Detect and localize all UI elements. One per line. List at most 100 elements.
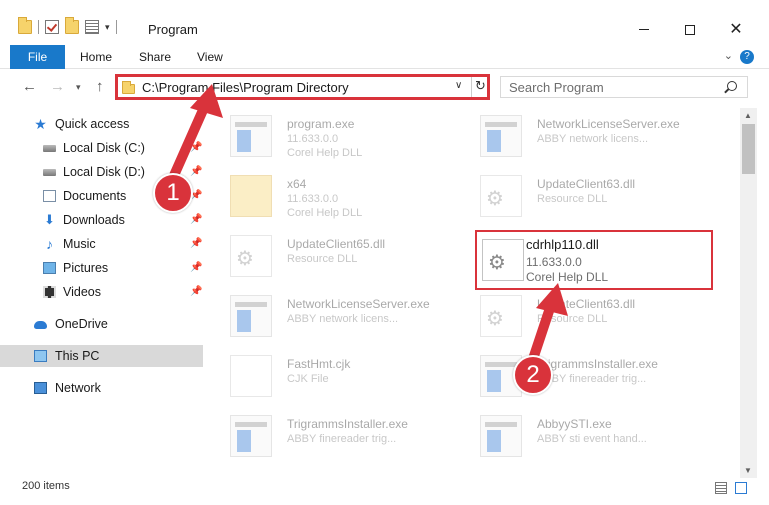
file-description: ABBY network licens... — [287, 313, 399, 325]
file-item[interactable]: AbbyySTI.exe ABBY sti event hand... — [465, 410, 715, 468]
folder-icon[interactable] — [18, 17, 32, 34]
file-icon — [230, 355, 272, 397]
exe-icon — [230, 415, 272, 457]
search-box[interactable] — [500, 76, 748, 98]
sidebar-item-quick-access[interactable]: ★ Quick access — [0, 113, 203, 135]
file-item[interactable]: NetworkLicenseServer.exe ABBY network li… — [465, 110, 715, 168]
address-history-chevron-icon[interactable]: ∨ — [455, 80, 462, 91]
file-item[interactable]: UpdateClient65.dll Resource DLL — [215, 230, 465, 288]
address-separator — [471, 77, 472, 97]
tab-home[interactable]: Home — [80, 45, 112, 69]
pictures-icon — [43, 262, 56, 274]
file-item[interactable]: UpdateClient63.dll Resource DLL — [465, 170, 715, 228]
close-icon: ✕ — [729, 21, 743, 38]
tab-file[interactable]: File — [10, 45, 65, 69]
step-1-badge: 1 — [153, 173, 193, 213]
folder-icon — [230, 175, 272, 217]
sidebar-item-onedrive[interactable]: OneDrive — [0, 313, 203, 335]
file-version: 11.633.0.0 — [287, 193, 339, 205]
file-name: AbbyySTI.exe — [537, 417, 612, 431]
file-description: Resource DLL — [537, 313, 608, 325]
large-icons-view-icon[interactable] — [735, 482, 747, 494]
file-description: CJK File — [287, 373, 329, 385]
step-2-badge: 2 — [513, 355, 553, 395]
sidebar-item-this-pc[interactable]: This PC — [0, 345, 203, 367]
details-view-icon[interactable] — [715, 482, 727, 494]
sidebar-item-videos[interactable]: Videos 📌 — [0, 281, 203, 303]
pc-icon — [34, 350, 47, 362]
file-description: ABBY sti event hand... — [537, 433, 647, 445]
exe-icon — [480, 115, 522, 157]
dll-icon — [480, 175, 522, 217]
minimize-icon — [639, 29, 649, 31]
file-name: NetworkLicenseServer.exe — [287, 297, 430, 311]
pin-icon[interactable]: 📌 — [190, 257, 202, 279]
maximize-button[interactable] — [667, 18, 713, 42]
scroll-down-icon[interactable]: ▼ — [744, 466, 752, 475]
sidebar-item-music[interactable]: ♪ Music 📌 — [0, 233, 203, 255]
back-button[interactable]: ← — [22, 78, 37, 96]
properties-check-icon[interactable] — [45, 20, 59, 34]
pin-icon[interactable]: 📌 — [190, 209, 202, 231]
sidebar-item-pictures[interactable]: Pictures 📌 — [0, 257, 203, 279]
file-item[interactable]: TrigrammsInstaller.exe ABBY finereader t… — [465, 350, 715, 408]
file-name: NetworkLicenseServer.exe — [537, 117, 680, 131]
search-icon[interactable] — [727, 81, 737, 91]
file-item[interactable]: FastHmt.cjk CJK File — [215, 350, 465, 408]
sidebar-item-label: Downloads — [63, 213, 125, 227]
expand-ribbon-chevron-icon[interactable]: ⌄ — [724, 49, 733, 62]
dll-icon — [230, 235, 272, 277]
pin-icon[interactable]: 📌 — [190, 161, 202, 183]
music-icon: ♪ — [46, 236, 53, 252]
file-item[interactable]: NetworkLicenseServer.exe ABBY network li… — [215, 290, 465, 348]
sidebar-item-network[interactable]: Network — [0, 377, 203, 399]
disk-icon — [43, 169, 56, 176]
scroll-up-icon[interactable]: ▲ — [744, 111, 752, 120]
sidebar-item-label: Music — [63, 237, 96, 251]
sidebar-item-local-disk-c[interactable]: Local Disk (C:) 📌 — [0, 137, 203, 159]
search-input[interactable] — [509, 79, 709, 95]
scrollbar-thumb[interactable] — [742, 124, 755, 174]
file-list: program.exe 11.633.0.0 Corel Help DLL Ne… — [215, 108, 740, 478]
exe-icon — [230, 115, 272, 157]
file-description: Resource DLL — [537, 193, 608, 205]
sidebar-item-label: Pictures — [63, 261, 109, 275]
up-button[interactable]: ↑ — [96, 78, 104, 96]
pin-icon[interactable]: 📌 — [190, 233, 202, 255]
exe-icon — [230, 295, 272, 337]
sidebar-item-label: Local Disk (C:) — [63, 141, 145, 155]
customize-toolbar-chevron-icon[interactable]: ▾ — [105, 22, 110, 33]
maximize-icon — [685, 24, 695, 35]
disk-icon — [43, 145, 56, 152]
recent-locations-chevron-icon[interactable]: ▾ — [76, 78, 81, 96]
file-item-cdrhlp110[interactable]: cdrhlp110.dll 11.633.0.0 Corel Help DLL — [475, 230, 713, 290]
downloads-icon: ⬇ — [44, 212, 55, 227]
tab-share[interactable]: Share — [139, 45, 171, 69]
navigation-pane: ★ Quick access Local Disk (C:) 📌 Local D… — [0, 108, 210, 478]
file-name: FastHmt.cjk — [287, 357, 351, 371]
forward-button[interactable]: → — [50, 78, 65, 96]
pin-icon[interactable]: 📌 — [190, 281, 202, 303]
documents-icon — [43, 190, 56, 202]
vertical-scrollbar[interactable]: ▲ ▼ — [740, 108, 757, 478]
address-bar[interactable]: C:\Program Files\Program Directory ∨ ↻ — [115, 74, 490, 100]
minimize-button[interactable] — [621, 18, 667, 42]
refresh-icon[interactable]: ↻ — [475, 78, 486, 94]
file-version: 11.633.0.0 — [287, 133, 339, 145]
sidebar-item-label: Quick access — [55, 117, 130, 131]
file-item[interactable]: UpdateClient63.dll Resource DLL — [465, 290, 715, 348]
file-item[interactable]: x64 11.633.0.0 Corel Help DLL — [215, 170, 465, 228]
address-path[interactable]: C:\Program Files\Program Directory — [142, 80, 349, 95]
view-details-icon[interactable] — [85, 20, 99, 34]
tab-view[interactable]: View — [197, 45, 223, 69]
file-item[interactable]: TrigrammsInstaller.exe ABBY finereader t… — [215, 410, 465, 468]
file-item[interactable]: program.exe 11.633.0.0 Corel Help DLL — [215, 110, 465, 168]
item-count: 200 items — [22, 480, 70, 492]
new-folder-icon[interactable] — [65, 17, 79, 34]
sidebar-item-label: This PC — [55, 349, 100, 363]
window-title: Program — [148, 22, 198, 37]
help-icon[interactable]: ? — [740, 50, 754, 64]
dll-icon — [480, 295, 522, 337]
close-button[interactable]: ✕ — [713, 18, 759, 42]
pin-icon[interactable]: 📌 — [190, 137, 202, 159]
